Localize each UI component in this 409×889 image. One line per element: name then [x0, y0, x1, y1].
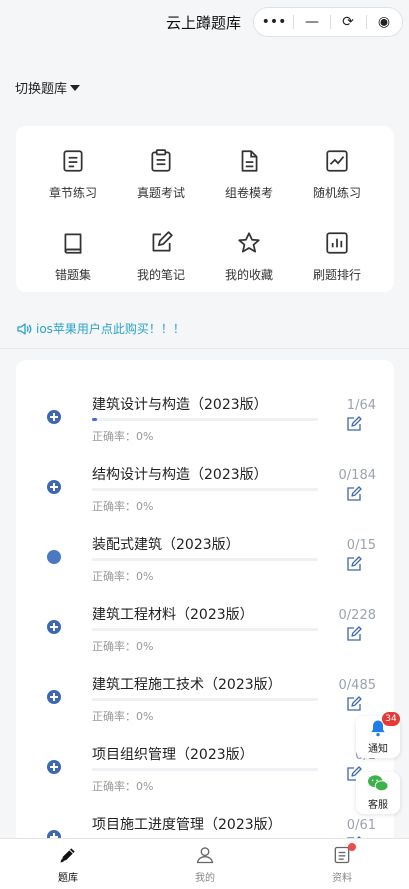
mini-program-capsule: ••• — ⟳ ◉	[253, 7, 403, 37]
progress-count: 0/15	[346, 538, 376, 553]
notify-label: 通知	[368, 744, 388, 755]
line-chart-icon	[326, 150, 348, 172]
list-item[interactable]: 装配式建筑（2023版） 正确率：0% 0/15	[16, 508, 394, 583]
expand-icon[interactable]	[47, 410, 61, 424]
pencil-square-icon	[152, 231, 173, 252]
subject-list: 建筑设计与构造（2023版） 正确率：0% 1/64 结构设计与构造（2023版…	[16, 360, 394, 850]
expand-icon[interactable]	[47, 760, 61, 774]
notify-button[interactable]: 34 通知	[356, 712, 400, 758]
more-icon[interactable]: •••	[256, 8, 292, 36]
grid-item-ranking[interactable]: 刷题排行	[290, 230, 384, 296]
progress-count: 1/64	[346, 398, 376, 413]
subject-title: 建筑工程材料（2023版）	[92, 607, 254, 623]
notification-badge: 34	[382, 712, 400, 726]
star-icon	[238, 232, 260, 253]
progress-bar	[92, 418, 318, 421]
wechat-icon	[368, 775, 389, 792]
divider	[0, 348, 409, 349]
progress-bar	[92, 488, 318, 491]
caret-down-icon	[70, 84, 81, 91]
expand-icon[interactable]	[47, 480, 61, 494]
pen-icon	[60, 848, 75, 863]
tab-question-bank[interactable]: 题库	[28, 845, 108, 884]
grid-item-exam[interactable]: 真题考试	[114, 148, 208, 214]
edit-icon[interactable]	[346, 486, 362, 502]
subject-title: 建筑工程施工技术（2023版）	[92, 677, 282, 693]
expand-icon[interactable]	[47, 620, 61, 634]
edit-icon[interactable]	[346, 626, 362, 642]
tab-mine[interactable]: 我的	[165, 845, 245, 884]
progress-fill	[92, 418, 97, 421]
progress-count: 0/228	[338, 608, 376, 623]
file-text-icon	[241, 150, 258, 172]
ios-purchase-notice[interactable]: ios苹果用户点此购买！！！	[16, 320, 185, 337]
book-icon	[64, 233, 82, 254]
subject-title: 项目施工进度管理（2023版）	[92, 817, 282, 833]
close-icon[interactable]: ◉	[366, 8, 402, 36]
app-title: 云上蹲题库	[166, 14, 242, 32]
subject-title: 装配式建筑（2023版）	[92, 537, 240, 553]
grid-item-random-practice[interactable]: 随机练习	[290, 148, 384, 214]
list-item[interactable]: 建筑工程施工技术（2023版） 正确率：0% 0/485	[16, 648, 394, 723]
tab-bar: 题库 我的 资料	[0, 838, 409, 889]
progress-count: 0/485	[338, 678, 376, 693]
expand-icon[interactable]	[47, 690, 61, 704]
progress-bar	[92, 558, 318, 561]
grid-item-chapter-practice[interactable]: 章节练习	[26, 148, 120, 214]
edit-icon[interactable]	[346, 696, 362, 712]
title-bar: 云上蹲题库 ••• — ⟳ ◉	[0, 0, 409, 44]
progress-bar	[92, 698, 318, 701]
list-item[interactable]: 建筑工程材料（2023版） 正确率：0% 0/228	[16, 578, 394, 653]
user-icon	[196, 847, 214, 864]
subject-title: 结构设计与构造（2023版）	[92, 467, 268, 483]
document-lines-icon	[63, 150, 83, 172]
list-item[interactable]: 项目组织管理（2023版） 正确率：0% 0/1	[16, 718, 394, 793]
grid-item-my-favorites[interactable]: 我的收藏	[202, 230, 296, 296]
customer-service-button[interactable]: 客服	[356, 772, 400, 814]
list-item[interactable]: 建筑设计与构造（2023版） 正确率：0% 1/64	[16, 368, 394, 443]
bar-chart-icon	[326, 232, 348, 254]
feature-grid: 章节练习 真题考试 组卷模考 随机练习 错题集 我的笔记 我的收藏 刷题排行	[16, 126, 394, 292]
progress-count: 0/184	[338, 468, 376, 483]
grid-item-mock-paper[interactable]: 组卷模考	[202, 148, 296, 214]
tab-materials[interactable]: 资料	[302, 843, 382, 884]
switch-bank-button[interactable]: 切换题库	[15, 78, 81, 97]
bullet-icon[interactable]	[47, 550, 61, 564]
grid-item-my-notes[interactable]: 我的笔记	[114, 230, 208, 296]
progress-bar	[92, 628, 318, 631]
red-dot-badge	[348, 843, 356, 851]
list-item[interactable]: 结构设计与构造（2023版） 正确率：0% 0/184	[16, 438, 394, 513]
subject-title: 建筑设计与构造（2023版）	[92, 397, 268, 413]
switch-bank-label: 切换题库	[15, 82, 68, 97]
edit-icon[interactable]	[346, 416, 362, 432]
minimize-icon[interactable]: —	[294, 8, 330, 36]
notice-text: ios苹果用户点此购买！！！	[36, 322, 185, 336]
progress-count: 0/61	[346, 818, 376, 833]
restore-icon[interactable]: ⟳	[330, 8, 366, 36]
customer-service-label: 客服	[368, 800, 388, 811]
grid-item-wrong-questions[interactable]: 错题集	[26, 230, 120, 296]
clipboard-icon	[151, 149, 171, 172]
subject-title: 项目组织管理（2023版）	[92, 747, 254, 763]
speaker-icon	[17, 322, 32, 335]
edit-icon[interactable]	[346, 556, 362, 572]
progress-bar	[92, 768, 318, 771]
